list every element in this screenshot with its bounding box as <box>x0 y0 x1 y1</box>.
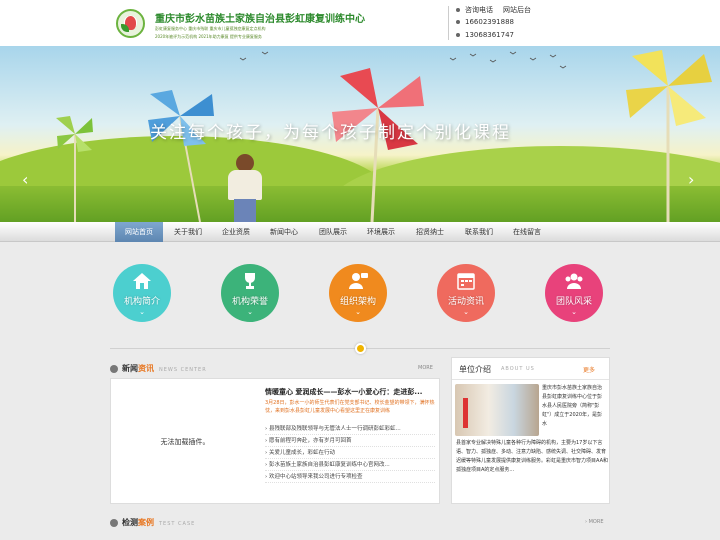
nav-contact[interactable]: 联系我们 <box>455 222 503 242</box>
nav-about[interactable]: 关于我们 <box>164 222 212 242</box>
news-section-header: 新闻资讯 NEWS CENTER <box>110 363 207 374</box>
main-nav: 网站首页 关于我们 企业资质 新闻中心 团队展示 环境展示 招贤纳士 联系我们 … <box>0 222 720 242</box>
backend-link[interactable]: 网站后台 <box>503 5 531 15</box>
feature-intro[interactable]: 机构简介 ⌄ <box>113 264 171 322</box>
chevron-down-icon: ⌄ <box>571 308 577 316</box>
home-icon <box>133 273 151 289</box>
people-icon <box>349 273 368 289</box>
chevron-down-icon: ⌄ <box>247 308 253 316</box>
feature-team[interactable]: 团队风采 ⌄ <box>545 264 603 322</box>
list-item[interactable]: › 彭水苗族土家族自治县彭虹康复训练中心官网改... <box>265 459 435 471</box>
list-item[interactable]: › 县残联部及残联领导与无管法人士一行调研彭虹彩虹... <box>265 423 435 435</box>
about-panel: 单位介绍 ABOUT US 更多 重庆市彭水苗族土家族自治县彭虹康复训练中心位于… <box>451 357 610 504</box>
news-panel: 无法加载插件。 情暖童心 爱润成长——彭水一小爱心行：走进彭... 3月28日，… <box>110 378 440 504</box>
feature-label: 机构简介 <box>123 297 160 307</box>
news-list: › 县残联部及残联领导与无管法人士一行调研彭虹彩虹... › 愿有前程可奔赴，亦… <box>265 423 435 483</box>
cases-icon <box>110 518 118 527</box>
feature-structure[interactable]: 组织架构 ⌄ <box>329 264 387 322</box>
feature-label: 机构荣誉 <box>231 297 268 307</box>
feature-label: 团队风采 <box>555 297 592 307</box>
about-text-continued: 县首家专业解决特殊儿童各种行为障碍的机构，主要为17岁以下言语、智力、孤独症、多… <box>456 440 608 473</box>
nav-team[interactable]: 团队展示 <box>309 222 357 242</box>
nav-news[interactable]: 新闻中心 <box>260 222 308 242</box>
nav-message[interactable]: 在线留言 <box>503 222 551 242</box>
bullet-icon <box>456 20 460 24</box>
nav-environment[interactable]: 环境展示 <box>357 222 405 242</box>
about-more-link[interactable]: 更多 <box>583 365 595 374</box>
chevron-down-icon: ⌄ <box>463 308 469 316</box>
group-icon <box>565 273 583 289</box>
site-title: 重庆市彭水苗族土家族自治县彭虹康复训练中心 <box>155 14 365 25</box>
about-header: 单位介绍 ABOUT US 更多 <box>452 358 609 380</box>
nav-home[interactable]: 网站首页 <box>115 222 163 242</box>
site-subtitle-2: 2020年被评为示范机构 2021年助力康复 提供专业康复服务 <box>155 34 262 39</box>
list-item[interactable]: › 关爱儿童成长，彩虹在行动 <box>265 447 435 459</box>
list-item[interactable]: › 欢迎中心站领导来我公司进行专项检查 <box>265 471 435 483</box>
news-icon <box>110 364 118 373</box>
trophy-icon <box>245 273 255 289</box>
calendar-icon <box>457 273 475 290</box>
bullet-icon <box>456 8 460 12</box>
chevron-down-icon: ⌄ <box>355 308 361 316</box>
bullet-icon <box>456 33 460 37</box>
news-headline[interactable]: 情暖童心 爱润成长——彭水一小爱心行：走进彭... <box>265 387 422 397</box>
news-summary: 3月28日，彭水一小的师生代表们在党支部书记、校长金望的带领下，满怀热忱，来到彭… <box>265 400 435 414</box>
header-divider <box>448 6 449 40</box>
cases-more-link[interactable]: › MORE <box>585 519 603 525</box>
banner-slogan: 关注每个孩子，为每个孩子制定个别化课程 <box>150 123 511 143</box>
consult-phone-link[interactable]: 咨询电话 <box>456 5 493 15</box>
about-photo[interactable] <box>455 384 539 436</box>
banner-next-arrow-icon[interactable]: › <box>688 170 694 189</box>
child-figure <box>222 154 268 222</box>
feature-honor[interactable]: 机构荣誉 ⌄ <box>221 264 279 322</box>
about-title-en: ABOUT US <box>501 366 535 372</box>
list-item[interactable]: › 愿有前程可奔赴，亦有岁月可回首 <box>265 435 435 447</box>
news-more-link[interactable]: MORE <box>418 365 433 371</box>
chevron-down-icon: ⌄ <box>139 308 145 316</box>
site-subtitle-1: 彭虹康复服务中心 重庆市残联 重庆市儿童孤独症康复定点机构 <box>155 26 266 31</box>
cases-section-header: 检测案例 TEST CASE <box>110 517 195 528</box>
site-logo[interactable] <box>116 9 145 38</box>
hero-banner: 关注每个孩子，为每个孩子制定个别化课程 ‹ › <box>0 46 720 222</box>
about-title: 单位介绍 <box>459 365 491 374</box>
phone-number-2: 13068361747 <box>456 31 514 39</box>
nav-qualification[interactable]: 企业资质 <box>212 222 260 242</box>
site-header: 重庆市彭水苗族土家族自治县彭虹康复训练中心 彭虹康复服务中心 重庆市残联 重庆市… <box>0 0 720 46</box>
nav-recruit[interactable]: 招贤纳士 <box>406 222 454 242</box>
banner-prev-arrow-icon[interactable]: ‹ <box>22 170 28 189</box>
feature-activity[interactable]: 活动资讯 ⌄ <box>437 264 495 322</box>
phone-number-1: 16602391888 <box>456 18 514 26</box>
divider-dot-icon <box>355 343 366 354</box>
about-text: 重庆市彭水苗族土家族自治县彭虹康复训练中心位于彭水县人民医院旁（简称"彭虹"）成… <box>542 385 603 427</box>
news-image-placeholder: 无法加载插件。 <box>111 379 259 503</box>
feature-label: 组织架构 <box>339 297 376 307</box>
feature-label: 活动资讯 <box>447 297 484 307</box>
